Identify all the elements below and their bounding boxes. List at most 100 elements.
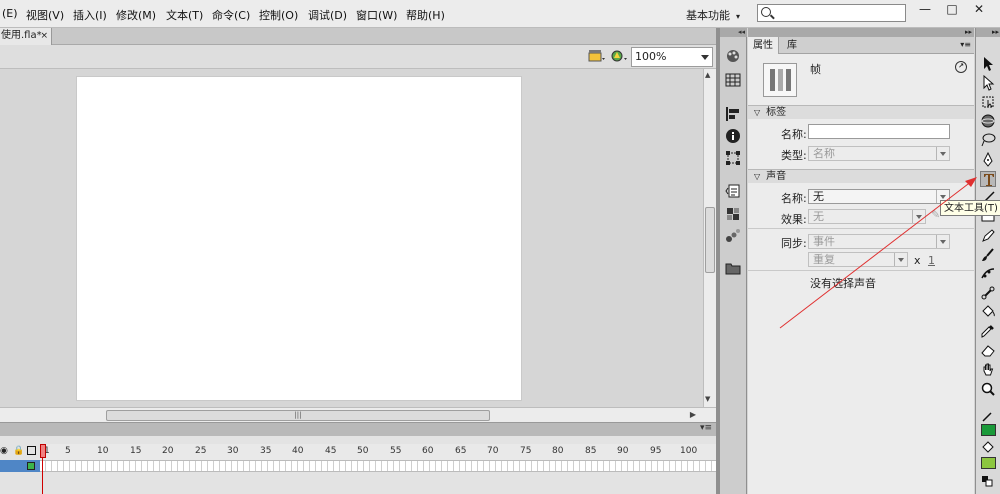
align-icon[interactable] <box>725 106 741 122</box>
eraser-tool-icon[interactable] <box>980 342 996 358</box>
pen-tool-icon[interactable] <box>980 151 996 168</box>
repeat-count[interactable]: 1 <box>928 254 935 267</box>
menu-control[interactable]: 控制(O) <box>259 7 298 23</box>
fill-color-icon[interactable] <box>980 440 996 456</box>
panel-menu-icon[interactable]: ▾≡ <box>960 40 971 49</box>
deco-tool-icon[interactable] <box>980 266 996 282</box>
paint-bucket-tool-icon[interactable] <box>980 304 996 320</box>
search-input[interactable] <box>757 4 906 22</box>
scrollbar-thumb[interactable]: ||| <box>106 410 490 421</box>
workspace-label: 基本功能 <box>686 9 730 22</box>
scroll-down-icon[interactable]: ▼ <box>705 395 710 403</box>
playhead[interactable] <box>40 444 46 494</box>
fill-color-swatch[interactable] <box>981 457 996 469</box>
panel-menu-icon[interactable]: ▾≡ <box>700 423 712 433</box>
hand-tool-icon[interactable] <box>980 362 996 378</box>
swap-colors-icon[interactable] <box>980 474 996 490</box>
edit-bar: 100% <box>0 45 716 69</box>
playhead-handle[interactable] <box>40 444 46 458</box>
color-panel-icon[interactable] <box>725 48 741 64</box>
swatches-icon[interactable] <box>725 72 741 88</box>
brush-tool-icon[interactable] <box>980 247 996 263</box>
subselection-tool-icon[interactable] <box>980 74 996 91</box>
lasso-tool-icon[interactable] <box>980 132 996 148</box>
close-button[interactable]: ✕ <box>964 1 994 17</box>
maximize-button[interactable]: □ <box>937 1 967 17</box>
eyedropper-tool-icon[interactable] <box>980 323 996 339</box>
frame-number: 75 <box>520 446 532 456</box>
zoom-tool-icon[interactable] <box>980 381 996 397</box>
edit-scene-icon[interactable] <box>588 49 606 63</box>
chevron-down-icon <box>912 210 925 223</box>
tab-library[interactable]: 库 <box>782 37 802 54</box>
text-tool-icon[interactable] <box>980 171 996 187</box>
frame-ruler[interactable]: 1 5 10 15 20 25 30 35 40 45 50 55 60 65 … <box>40 444 716 460</box>
frame-number: 80 <box>552 446 564 456</box>
selection-tool-icon[interactable] <box>980 56 996 72</box>
frame-number: 70 <box>487 446 499 456</box>
workspace-switcher[interactable]: 基本功能 ▾ <box>686 7 740 23</box>
scrollbar-thumb[interactable] <box>705 207 715 273</box>
frame-cells[interactable] <box>40 460 716 472</box>
effect-select[interactable]: 无 <box>808 209 926 224</box>
horizontal-scrollbar[interactable]: ||| ▶ <box>0 407 716 422</box>
menu-window[interactable]: 窗口(W) <box>356 7 397 23</box>
layer-row[interactable] <box>0 460 40 472</box>
document-tab[interactable]: 使用.fla* × <box>0 28 52 45</box>
repeat-select[interactable]: 重复 <box>808 252 908 267</box>
menu-modify[interactable]: 修改(M) <box>116 7 156 23</box>
project-icon[interactable] <box>725 260 741 276</box>
stroke-color-icon[interactable] <box>980 408 996 424</box>
vertical-scrollbar[interactable]: ▲ ▼ <box>703 69 716 407</box>
pencil-tool-icon[interactable] <box>980 228 996 244</box>
free-transform-tool-icon[interactable] <box>980 94 996 110</box>
select-value: 名称 <box>813 147 835 160</box>
close-icon[interactable]: × <box>40 28 48 44</box>
menu-view[interactable]: 视图(V) <box>26 7 64 23</box>
tab-properties[interactable]: 属性 <box>748 37 779 54</box>
outline-icon[interactable] <box>27 446 36 455</box>
edit-symbol-icon[interactable] <box>610 49 628 63</box>
menu-insert[interactable]: 插入(I) <box>73 7 107 23</box>
eye-icon[interactable]: ◉ <box>0 446 8 456</box>
lock-icon[interactable]: 🔒 <box>13 446 24 456</box>
frame-number: 30 <box>227 446 239 456</box>
label-section-header[interactable]: ▽ 标签 <box>748 105 974 119</box>
sound-name-select[interactable]: 无 <box>808 189 950 204</box>
scroll-up-icon[interactable]: ▲ <box>705 71 710 79</box>
help-icon[interactable]: ↗ <box>955 61 967 73</box>
menu-command[interactable]: 命令(C) <box>212 7 250 23</box>
stroke-color-swatch[interactable] <box>981 424 996 436</box>
stage-area <box>0 69 703 407</box>
menu-edit[interactable]: (E) <box>2 7 18 20</box>
transform-icon[interactable] <box>725 150 741 166</box>
components-icon[interactable] <box>725 206 741 222</box>
expand-icon[interactable]: ▸▸ <box>976 28 1000 37</box>
edit-pencil-icon[interactable]: ✎ <box>931 208 940 221</box>
minimize-button[interactable]: — <box>910 1 940 17</box>
frame-name-field[interactable] <box>808 124 950 139</box>
sound-section-header[interactable]: ▽ 声音 <box>748 169 974 183</box>
label-type-select[interactable]: 名称 <box>808 146 950 161</box>
scroll-right-icon[interactable]: ▶ <box>690 410 696 419</box>
info-icon[interactable] <box>725 128 741 144</box>
timeline-panel: ◉ 🔒 1 5 10 15 20 25 30 35 40 45 50 55 60… <box>0 436 716 494</box>
code-snippets-icon[interactable] <box>725 183 741 199</box>
menu-debug[interactable]: 调试(D) <box>308 7 347 23</box>
frame-number: 90 <box>617 446 629 456</box>
menu-text[interactable]: 文本(T) <box>166 7 203 23</box>
tool-tooltip: 文本工具(T) <box>940 200 1000 216</box>
stage-canvas[interactable] <box>76 76 522 401</box>
frame-number: 95 <box>650 446 662 456</box>
frame-number: 25 <box>195 446 207 456</box>
frame-number: 5 <box>65 446 71 456</box>
collapse-icon[interactable]: ◂◂ <box>720 28 747 37</box>
expand-icon[interactable]: ▸▸ <box>965 28 972 37</box>
sync-select[interactable]: 事件 <box>808 234 950 249</box>
menu-help[interactable]: 帮助(H) <box>406 7 445 23</box>
motion-presets-icon[interactable] <box>725 228 741 244</box>
bone-tool-icon[interactable] <box>980 285 996 301</box>
zoom-select[interactable]: 100% <box>631 47 713 67</box>
3d-rotation-tool-icon[interactable] <box>980 113 996 129</box>
timeline-header: ▾≡ <box>0 422 716 436</box>
